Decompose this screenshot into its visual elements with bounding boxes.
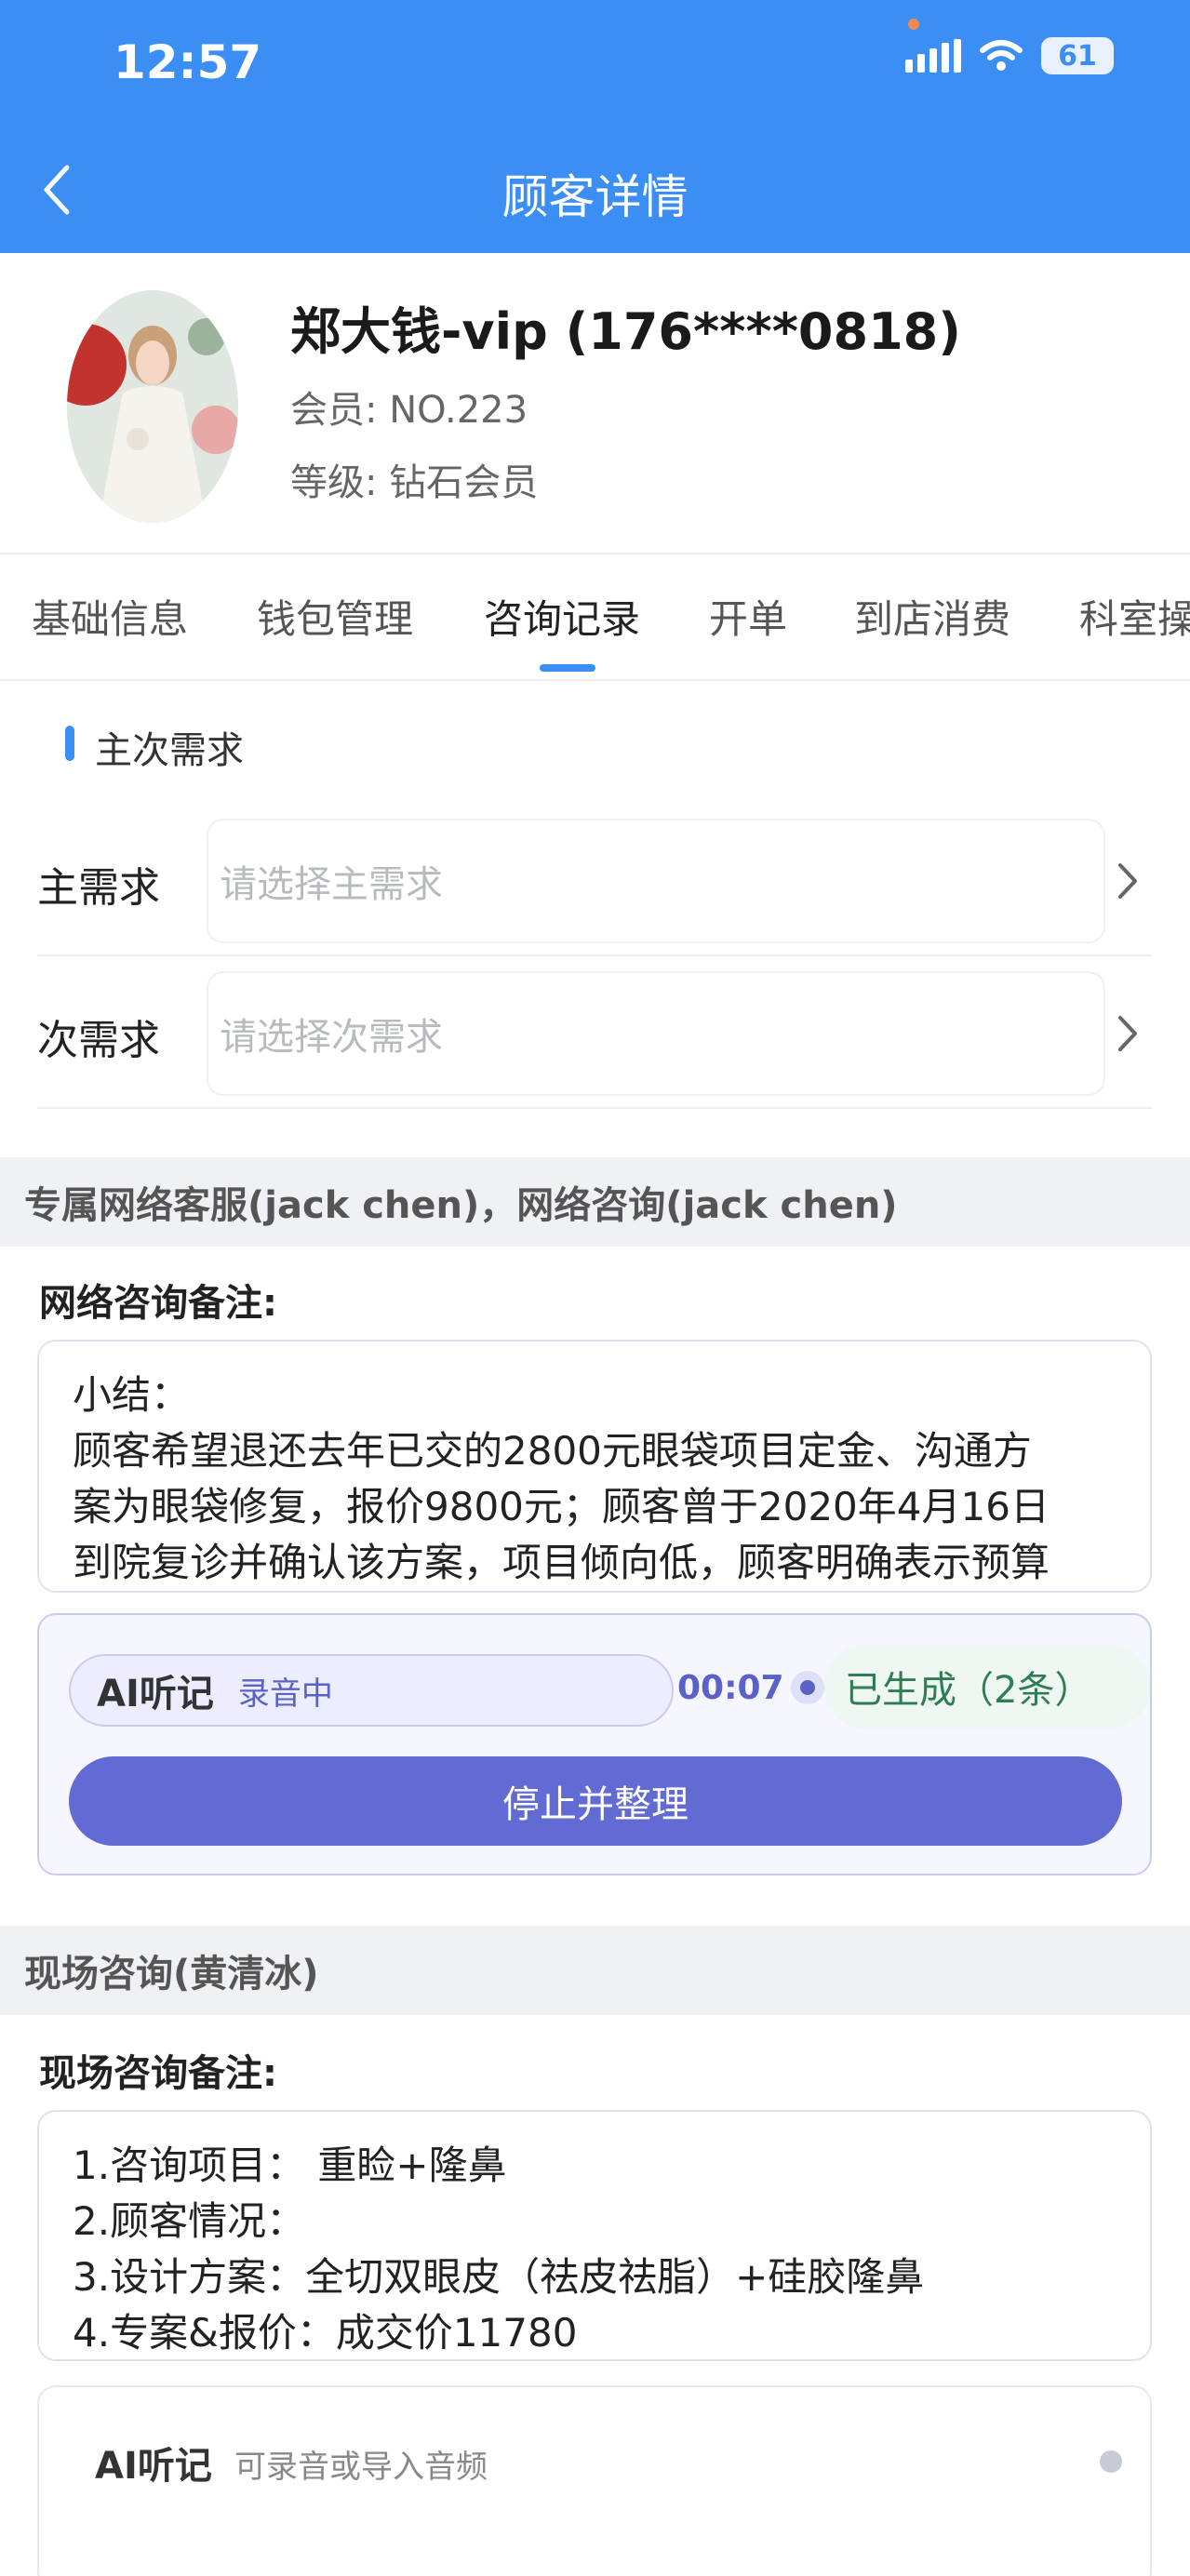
note-line: 到院复诊并确认该方案，项目倾向低，顾客明确表示预算 (73, 1540, 1050, 1585)
page-title: 顾客详情 (501, 170, 689, 224)
ai-recorder-pill[interactable]: AI听记 录音中 (69, 1654, 674, 1727)
chevron-right-icon[interactable] (1113, 858, 1141, 904)
onsite-note-textarea[interactable]: 1.咨询项目： 重睑+隆鼻 2.顾客情况： 3.设计方案：全切双眼皮（祛皮祛脂）… (37, 2110, 1152, 2361)
tab-bar: 基础信息 钱包管理 咨询记录 开单 到店消费 科室操 (0, 554, 1190, 681)
note-line: 1.咨询项目： 重睑+隆鼻 (73, 2142, 507, 2188)
note-line: 2.顾客情况： (73, 2198, 306, 2244)
wifi-icon (980, 40, 1023, 71)
note-line: 3.设计方案：全切双眼皮（祛皮祛脂）+硅胶隆鼻 (73, 2254, 925, 2300)
ai-card-title: AI听记 (95, 2445, 212, 2488)
stop-and-organize-button[interactable]: 停止并整理 (69, 1756, 1122, 1846)
section-marker (65, 726, 74, 761)
generated-count-badge[interactable]: 已生成（2条） (824, 1645, 1150, 1728)
member-number: 会员: NO.223 (290, 389, 528, 432)
divider (37, 954, 1152, 956)
divider (37, 1107, 1152, 1109)
recording-dot-icon (791, 1671, 824, 1704)
onsite-note-label: 现场咨询备注: (39, 2052, 277, 2095)
chevron-right-icon[interactable] (1113, 1010, 1141, 1057)
status-icons: 61 (905, 37, 1114, 74)
note-line: 案为眼袋修复，报价9800元；顾客曾于2020年4月16日 (73, 1484, 1050, 1529)
member-level: 等级: 钻石会员 (290, 461, 539, 504)
section-title: 主次需求 (95, 729, 244, 772)
secondary-demand-label: 次需求 (37, 1017, 160, 1064)
online-note-textarea[interactable]: 小结： 顾客希望退还去年已交的2800元眼袋项目定金、沟通方 案为眼袋修复，报价… (37, 1340, 1152, 1593)
onsite-consult-header: 现场咨询(黄清冰) (0, 1926, 1190, 2015)
ai-card-hint: 可录音或导入音频 (234, 2449, 488, 2486)
active-tab-indicator (540, 664, 595, 672)
ai-recorder-card[interactable]: AI听记 可录音或导入音频 (37, 2385, 1152, 2576)
battery-icon: 61 (1041, 37, 1114, 74)
tab-consult-records[interactable]: 咨询记录 (484, 588, 640, 645)
recording-status: 录音中 (237, 1675, 333, 1713)
online-note-label: 网络咨询备注: (39, 1282, 277, 1325)
header: 12:57 61 顾客详情 (0, 0, 1190, 253)
primary-demand-label: 主需求 (37, 864, 160, 912)
tab-department[interactable]: 科室操 (1079, 588, 1190, 645)
customer-profile: 郑大钱-vip (176****0818) 会员: NO.223 等级: 钻石会… (0, 253, 1190, 554)
customer-detail-page: 12:57 61 顾客详情 郑大钱-vip (176****0818) 会员: … (0, 0, 1190, 2576)
primary-demand-placeholder: 请选择主需求 (220, 863, 443, 906)
signal-icon (905, 39, 961, 73)
secondary-demand-picker[interactable]: 请选择次需求 (207, 971, 1105, 1096)
status-dot-icon (1100, 2450, 1122, 2473)
note-line: 4.专案&报价：成交价11780 (73, 2310, 578, 2356)
privacy-indicator-dot (908, 19, 919, 30)
secondary-demand-placeholder: 请选择次需求 (220, 1016, 443, 1059)
recording-timer: 00:07 (677, 1669, 784, 1707)
online-consult-header: 专属网络客服(jack chen)，网络咨询(jack chen) (0, 1157, 1190, 1247)
primary-demand-picker[interactable]: 请选择主需求 (207, 819, 1105, 943)
tab-billing[interactable]: 开单 (709, 588, 787, 645)
tab-basic-info[interactable]: 基础信息 (32, 588, 188, 645)
tab-in-store[interactable]: 到店消费 (854, 588, 1010, 645)
note-line: 小结： (73, 1372, 191, 1418)
tab-wallet[interactable]: 钱包管理 (257, 588, 413, 645)
ai-recorder-panel: AI听记 录音中 00:07 已生成（2条） 停止并整理 (37, 1613, 1152, 1875)
note-line: 顾客希望退还去年已交的2800元眼袋项目定金、沟通方 (73, 1428, 1032, 1474)
ai-recorder-title: AI听记 (97, 1673, 214, 1715)
status-time: 12:57 (114, 35, 262, 89)
avatar[interactable] (67, 290, 238, 523)
customer-name: 郑大钱-vip (176****0818) (290, 302, 961, 361)
